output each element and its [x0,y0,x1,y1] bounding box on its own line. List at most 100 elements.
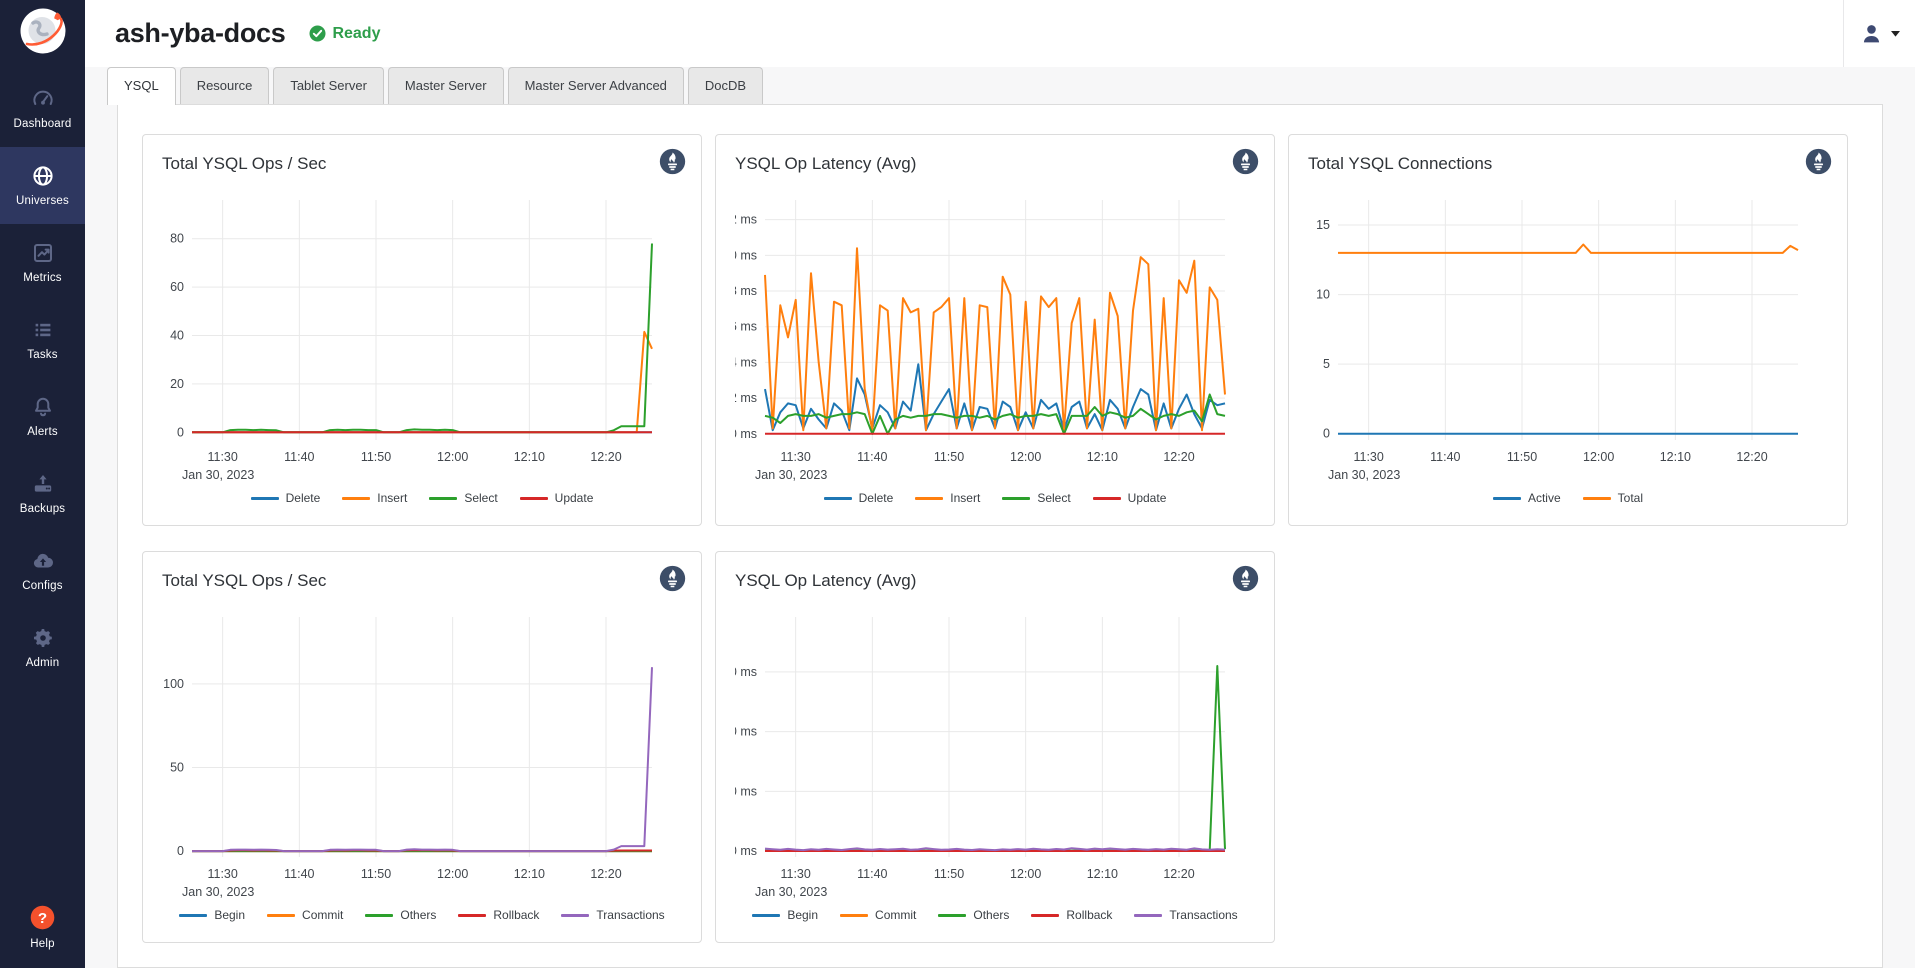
sidebar-item-admin[interactable]: Admin [0,609,85,686]
legend-item-select[interactable]: Select [429,491,497,505]
prometheus-icon[interactable] [659,565,686,592]
legend-item-delete[interactable]: Delete [824,491,894,505]
sidebar-item-tasks[interactable]: Tasks [0,301,85,378]
svg-text:12:20: 12:20 [590,867,621,881]
svg-text:0: 0 [1323,427,1330,441]
svg-text:11:30: 11:30 [1353,450,1383,464]
chart-title: Total YSQL Ops / Sec [162,570,682,592]
sidebar-item-label: Admin [26,657,60,669]
legend-item-update[interactable]: Update [1093,491,1167,505]
chart-legend: Delete Insert Select Update [735,491,1255,505]
chart-title: YSQL Op Latency (Avg) [735,153,1255,175]
tab-master-server[interactable]: Master Server [388,67,504,104]
sidebar-item-label: Backups [20,503,66,515]
legend-label: Rollback [1066,908,1112,922]
legend-item-delete[interactable]: Delete [251,491,321,505]
chart-plot: 11:3011:4011:5012:0012:1012:200 ms2 ms4 … [735,184,1255,486]
chart-legend: Begin Commit Others Rollback Transactions [162,908,682,922]
chart-plot: 11:3011:4011:5012:0012:1012:200 ms50 ms1… [735,601,1255,903]
prometheus-icon[interactable] [659,148,686,175]
sidebar-item-universes[interactable]: Universes [0,147,85,224]
tab-docdb[interactable]: DocDB [688,67,763,104]
svg-text:11:50: 11:50 [934,450,964,464]
check-circle-icon [309,25,326,42]
sidebar-nav: Dashboard UniversesMetrics Tasks Alerts Back… [0,70,85,686]
legend-item-rollback[interactable]: Rollback [458,908,539,922]
sidebar-item-label: Configs [22,580,62,592]
tab-resource[interactable]: Resource [180,67,270,104]
prometheus-icon[interactable] [1805,148,1832,175]
tab-ysql[interactable]: YSQL [107,67,176,105]
legend-swatch [1493,497,1521,500]
legend-item-commit[interactable]: Commit [267,908,343,922]
legend-item-insert[interactable]: Insert [342,491,407,505]
svg-text:12:00: 12:00 [1010,450,1041,464]
legend-item-rollback[interactable]: Rollback [1031,908,1112,922]
chart-card-ysql-ops-txn: Total YSQL Ops / Sec11:3011:4011:5012:00… [142,551,702,943]
legend-item-begin[interactable]: Begin [179,908,245,922]
legend-swatch [251,497,279,500]
svg-text:Jan 30, 2023: Jan 30, 2023 [1328,468,1400,482]
legend-item-insert[interactable]: Insert [915,491,980,505]
yugabyte-logo-icon[interactable] [20,8,66,59]
legend-item-transactions[interactable]: Transactions [561,908,664,922]
sidebar-item-help[interactable]: ?Help [29,896,56,958]
sidebar-item-dashboard[interactable]: Dashboard [0,70,85,147]
svg-text:10 ms: 10 ms [735,248,757,262]
sidebar-item-label: Tasks [27,349,57,361]
header: ash-yba-docs Ready [85,0,1915,67]
svg-text:50 ms: 50 ms [735,784,757,798]
legend-item-active[interactable]: Active [1493,491,1561,505]
svg-text:20: 20 [170,377,184,391]
prometheus-icon[interactable] [1232,565,1259,592]
legend-item-begin[interactable]: Begin [752,908,818,922]
svg-text:11:30: 11:30 [780,450,810,464]
sidebar-item-alerts[interactable]: Alerts [0,378,85,455]
svg-text:11:40: 11:40 [857,867,887,881]
chart-card-ysql-latency-txn: YSQL Op Latency (Avg) 11:3011:4011:5012:0… [715,551,1275,943]
prometheus-icon[interactable] [1232,148,1259,175]
sidebar-item-label: Dashboard [13,118,71,130]
svg-text:8 ms: 8 ms [735,284,757,298]
legend-label: Delete [286,491,321,505]
user-icon [1859,21,1884,46]
universes-icon [31,164,55,188]
sidebar-item-backups[interactable]: Backups [0,455,85,532]
svg-text:11:40: 11:40 [284,450,314,464]
legend-item-others[interactable]: Others [938,908,1009,922]
sidebar-item-configs[interactable]: Configs [0,532,85,609]
legend-swatch [365,914,393,917]
legend-item-transactions[interactable]: Transactions [1134,908,1237,922]
legend-label: Update [555,491,594,505]
legend-item-select[interactable]: Select [1002,491,1070,505]
content-area: YSQLResourceTablet ServerMaster ServerMa… [85,67,1915,968]
svg-text:12:10: 12:10 [1087,867,1118,881]
configs-icon [31,549,55,573]
chart-title: YSQL Op Latency (Avg) [735,570,1255,592]
legend-item-total[interactable]: Total [1583,491,1643,505]
svg-text:2 ms: 2 ms [735,391,757,405]
chart-legend: Active Total [1308,491,1828,505]
svg-text:11:50: 11:50 [1507,450,1537,464]
svg-text:12:10: 12:10 [1660,450,1691,464]
chart-card-ysql-connections: Total YSQL Connections11:3011:4011:5012:… [1288,134,1848,526]
legend-swatch [915,497,943,500]
charts-grid: Total YSQL Ops / Sec11:3011:4011:5012:00… [118,105,1882,943]
svg-text:0: 0 [177,844,184,858]
sidebar-item-metrics[interactable]: Metrics [0,224,85,301]
svg-text:11:50: 11:50 [361,867,391,881]
legend-swatch [429,497,457,500]
legend-label: Begin [214,908,245,922]
legend-swatch [840,914,868,917]
dashboard-icon [31,87,55,111]
svg-text:12:00: 12:00 [1583,450,1614,464]
tab-master-server-advanced[interactable]: Master Server Advanced [508,67,684,104]
legend-item-others[interactable]: Others [365,908,436,922]
legend-item-update[interactable]: Update [520,491,594,505]
legend-item-commit[interactable]: Commit [840,908,916,922]
svg-text:12:00: 12:00 [437,867,468,881]
user-menu[interactable] [1843,0,1915,67]
svg-text:0 ms: 0 ms [735,427,757,441]
tab-tablet-server[interactable]: Tablet Server [273,67,384,104]
svg-text:40: 40 [170,328,184,342]
